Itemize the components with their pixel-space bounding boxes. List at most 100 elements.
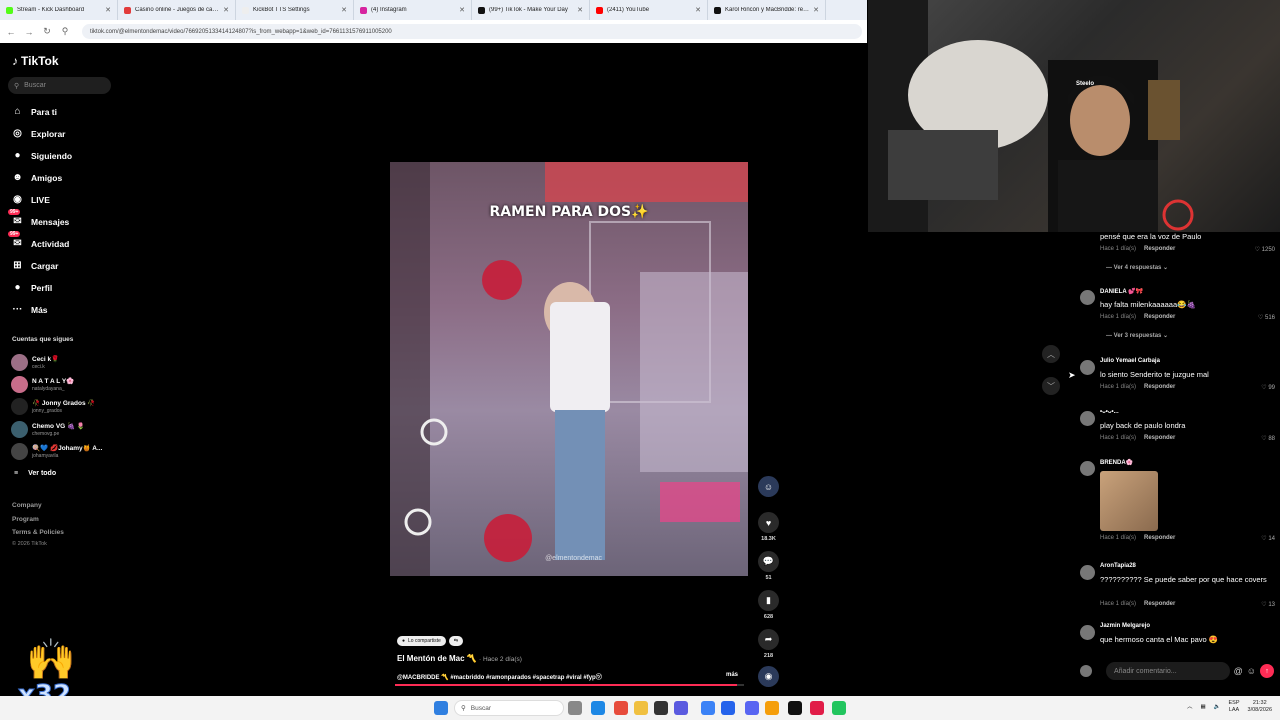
volume-icon[interactable]: 🔈 [1214, 704, 1221, 711]
browser-tab[interactable]: Stream - Kick Dashboard ✕ [0, 0, 118, 20]
post-comment-button[interactable]: ↑ [1260, 664, 1274, 678]
footer-terms[interactable]: Terms & Policies [12, 529, 64, 536]
chrome-icon[interactable] [614, 701, 628, 715]
reply-button[interactable]: Responder [1144, 314, 1175, 320]
comment-username[interactable]: BRENDA🌸 [1100, 459, 1133, 466]
avatar[interactable] [1080, 411, 1095, 426]
nav-item[interactable]: ◉ LIVE [11, 193, 50, 206]
browser-tab[interactable]: (4) Instagram ✕ [354, 0, 472, 20]
taskbar-search[interactable]: ⚲ Buscar [454, 700, 564, 716]
language-indicator[interactable]: ESP LAA [1229, 700, 1240, 714]
emoji-icon[interactable]: ☺ [1247, 666, 1256, 676]
nav-item[interactable]: ··· Más [11, 303, 48, 316]
following-account[interactable]: N A T A L Y🌸 natalydayana_ [11, 376, 74, 393]
forward-icon[interactable]: → [24, 27, 34, 37]
footer-company[interactable]: Company [12, 502, 42, 509]
share-button[interactable]: ➦ 218 [758, 629, 779, 659]
search-input[interactable]: ⚲ Buscar [8, 77, 111, 94]
app-icon-2[interactable] [701, 701, 715, 715]
tiktok-taskbar-icon[interactable] [810, 701, 824, 715]
more-link[interactable]: más [726, 672, 738, 678]
tray-chevron-icon[interactable]: ︿ [1187, 704, 1193, 711]
comment-like[interactable]: ♡ 88 [1261, 435, 1275, 442]
nav-item[interactable]: ⌂ Para ti [11, 105, 57, 118]
music-disc[interactable]: ◉ [758, 666, 779, 687]
comment-like[interactable]: ♡ 516 [1258, 314, 1275, 321]
following-account[interactable]: Ceci k🌹 ceci.k [11, 354, 59, 371]
comment-username[interactable]: Jazmin Melgarejo [1100, 623, 1150, 629]
comment-username[interactable]: DANIELA 💕🎀 [1100, 288, 1143, 295]
app-icon-4[interactable] [765, 701, 779, 715]
browser-tab[interactable]: KickBot TTS Settings ✕ [236, 0, 354, 20]
close-icon[interactable]: ✕ [813, 6, 819, 14]
network-icon[interactable]: ▦ [1200, 704, 1205, 711]
following-account[interactable]: 🍭💙 💋Johamy🍯 A... johamyavila [11, 443, 102, 460]
video-player[interactable]: RAMEN PARA DOS✨ @elmentondemac [390, 162, 748, 576]
nav-item[interactable]: 99+ ✉ Actividad [8, 231, 69, 250]
steam-icon[interactable] [654, 701, 668, 715]
comment-button[interactable]: 💬 51 [758, 551, 779, 581]
comment-username[interactable]: •ᴗ•ᴗ•... [1100, 409, 1119, 415]
tiktok-logo[interactable]: ♪ TikTok [12, 54, 59, 68]
nav-item[interactable]: ⊞ Cargar [11, 259, 58, 272]
reply-button[interactable]: Responder [1144, 535, 1175, 541]
save-button[interactable]: ▮ 628 [758, 590, 779, 620]
discord-icon[interactable] [745, 701, 759, 715]
browser-tab[interactable]: (99+) TikTok - Make Your Day ✕ [472, 0, 590, 20]
app-icon-5[interactable] [788, 701, 802, 715]
next-video-button[interactable]: ﹀ [1042, 377, 1060, 395]
comment-username[interactable]: Julio Yemael Carbaja [1100, 358, 1160, 364]
avatar[interactable] [1080, 360, 1095, 375]
close-icon[interactable]: ✕ [223, 6, 229, 14]
reload-icon[interactable]: ↻ [42, 26, 52, 37]
close-icon[interactable]: ✕ [105, 6, 111, 14]
comment-like[interactable]: ♡ 1250 [1255, 246, 1275, 253]
close-icon[interactable]: ✕ [459, 6, 465, 14]
add-comment-input[interactable]: Añadir comentario... [1106, 662, 1230, 680]
shared-pill[interactable]: ● Lo compartiste [397, 636, 446, 646]
reply-button[interactable]: Responder [1144, 384, 1175, 390]
avatar[interactable] [1080, 565, 1095, 580]
nav-item[interactable]: ● Siguiendo [11, 149, 72, 162]
app-icon[interactable] [674, 701, 688, 715]
comment-username[interactable]: AronTapia28 [1100, 563, 1136, 569]
avatar[interactable] [1080, 290, 1095, 305]
following-account[interactable]: 🥀 Jonny Grados 🥀 jonny_grados [11, 398, 96, 415]
edge-icon[interactable] [591, 701, 605, 715]
nav-item[interactable]: ● Perfil [11, 281, 52, 294]
browser-tab[interactable]: Karol Rincón y MacBridde: relación ✕ [708, 0, 826, 20]
reply-button[interactable]: Responder [1144, 435, 1175, 441]
footer-program[interactable]: Program [12, 516, 39, 523]
view-replies-button[interactable]: — Ver 3 respuestas ⌄ [1106, 332, 1168, 339]
like-button[interactable]: ♥ 18.3K [758, 512, 779, 542]
close-icon[interactable]: ✕ [341, 6, 347, 14]
nav-item[interactable]: 99+ ✉ Mensajes [8, 209, 69, 228]
reply-button[interactable]: Responder [1144, 601, 1175, 607]
repost-icon[interactable]: ⇆ [448, 636, 464, 646]
avatar[interactable] [1080, 625, 1095, 640]
video-progress[interactable] [395, 684, 744, 686]
nav-item[interactable]: ◎ Explorar [11, 127, 65, 140]
app-icon-3[interactable] [721, 701, 735, 715]
windows-start-icon[interactable] [434, 701, 448, 715]
back-icon[interactable]: ← [6, 27, 16, 37]
close-icon[interactable]: ✕ [695, 6, 701, 14]
spotify-icon[interactable] [832, 701, 846, 715]
previous-video-button[interactable]: ︿ [1042, 345, 1060, 363]
url-field[interactable]: tiktok.com/@elmentondemac/video/76692051… [82, 24, 862, 39]
comment-like[interactable]: ♡ 14 [1261, 535, 1275, 542]
video-author[interactable]: El Mentón de Mac 〽️ · Hace 2 día(s) [397, 654, 522, 663]
browser-tab[interactable]: (2411) YouTube ✕ [590, 0, 708, 20]
see-all-link[interactable]: ≡ Ver todo [14, 470, 56, 477]
comment-gif-image[interactable] [1100, 471, 1158, 531]
task-view-icon[interactable] [568, 701, 582, 715]
close-icon[interactable]: ✕ [577, 6, 583, 14]
site-info-icon[interactable]: ⚲ [60, 26, 70, 37]
browser-tab[interactable]: Casino online - Juegos de casino ✕ [118, 0, 236, 20]
comment-like[interactable]: ♡ 13 [1261, 601, 1275, 608]
following-account[interactable]: Chemo VG 🍇 🌷 chemovg.pe [11, 421, 85, 438]
clock[interactable]: 21:32 3/08/2026 [1248, 700, 1272, 714]
author-avatar[interactable]: ☺ [758, 476, 779, 497]
view-replies-button[interactable]: — Ver 4 respuestas ⌄ [1106, 264, 1168, 271]
folder-icon[interactable] [634, 701, 648, 715]
